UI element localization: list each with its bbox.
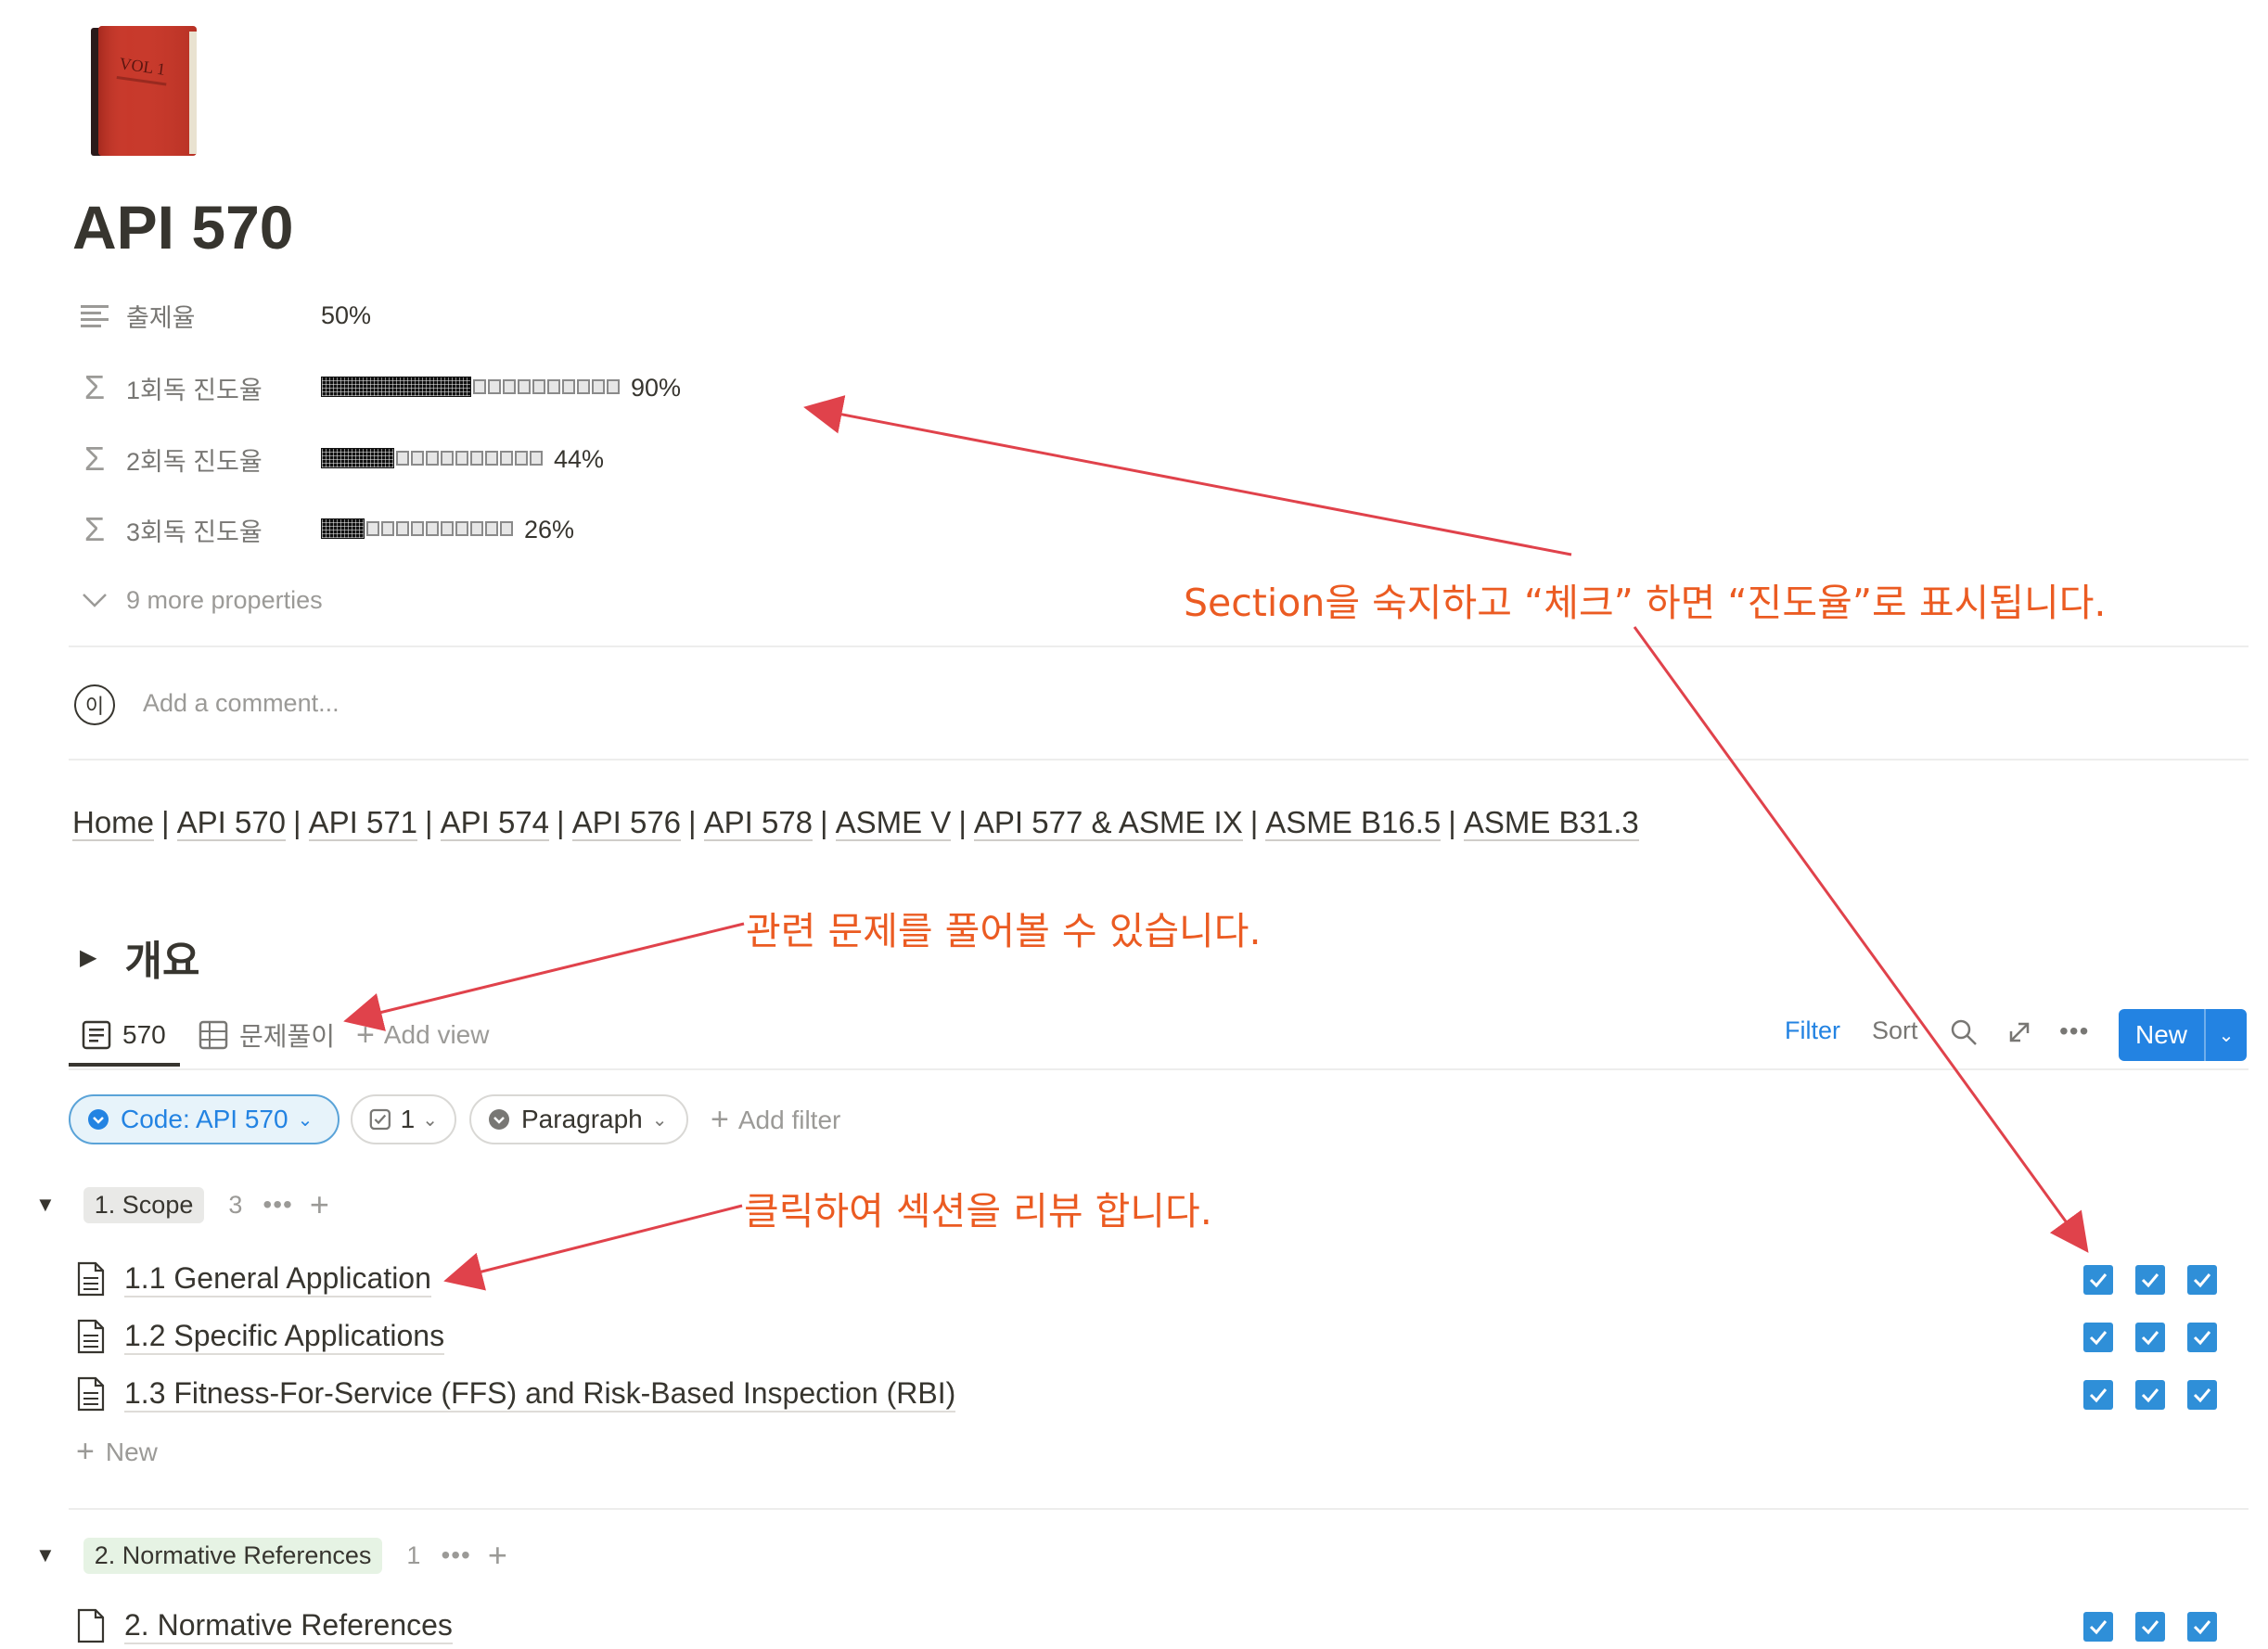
arrow-to-progress bbox=[803, 395, 1572, 556]
arrow-to-questions-tab bbox=[343, 922, 745, 1031]
arrow-to-checkboxes bbox=[1633, 626, 2089, 1253]
arrow-to-first-item bbox=[443, 1204, 743, 1291]
annotation-arrows bbox=[343, 395, 2089, 1291]
